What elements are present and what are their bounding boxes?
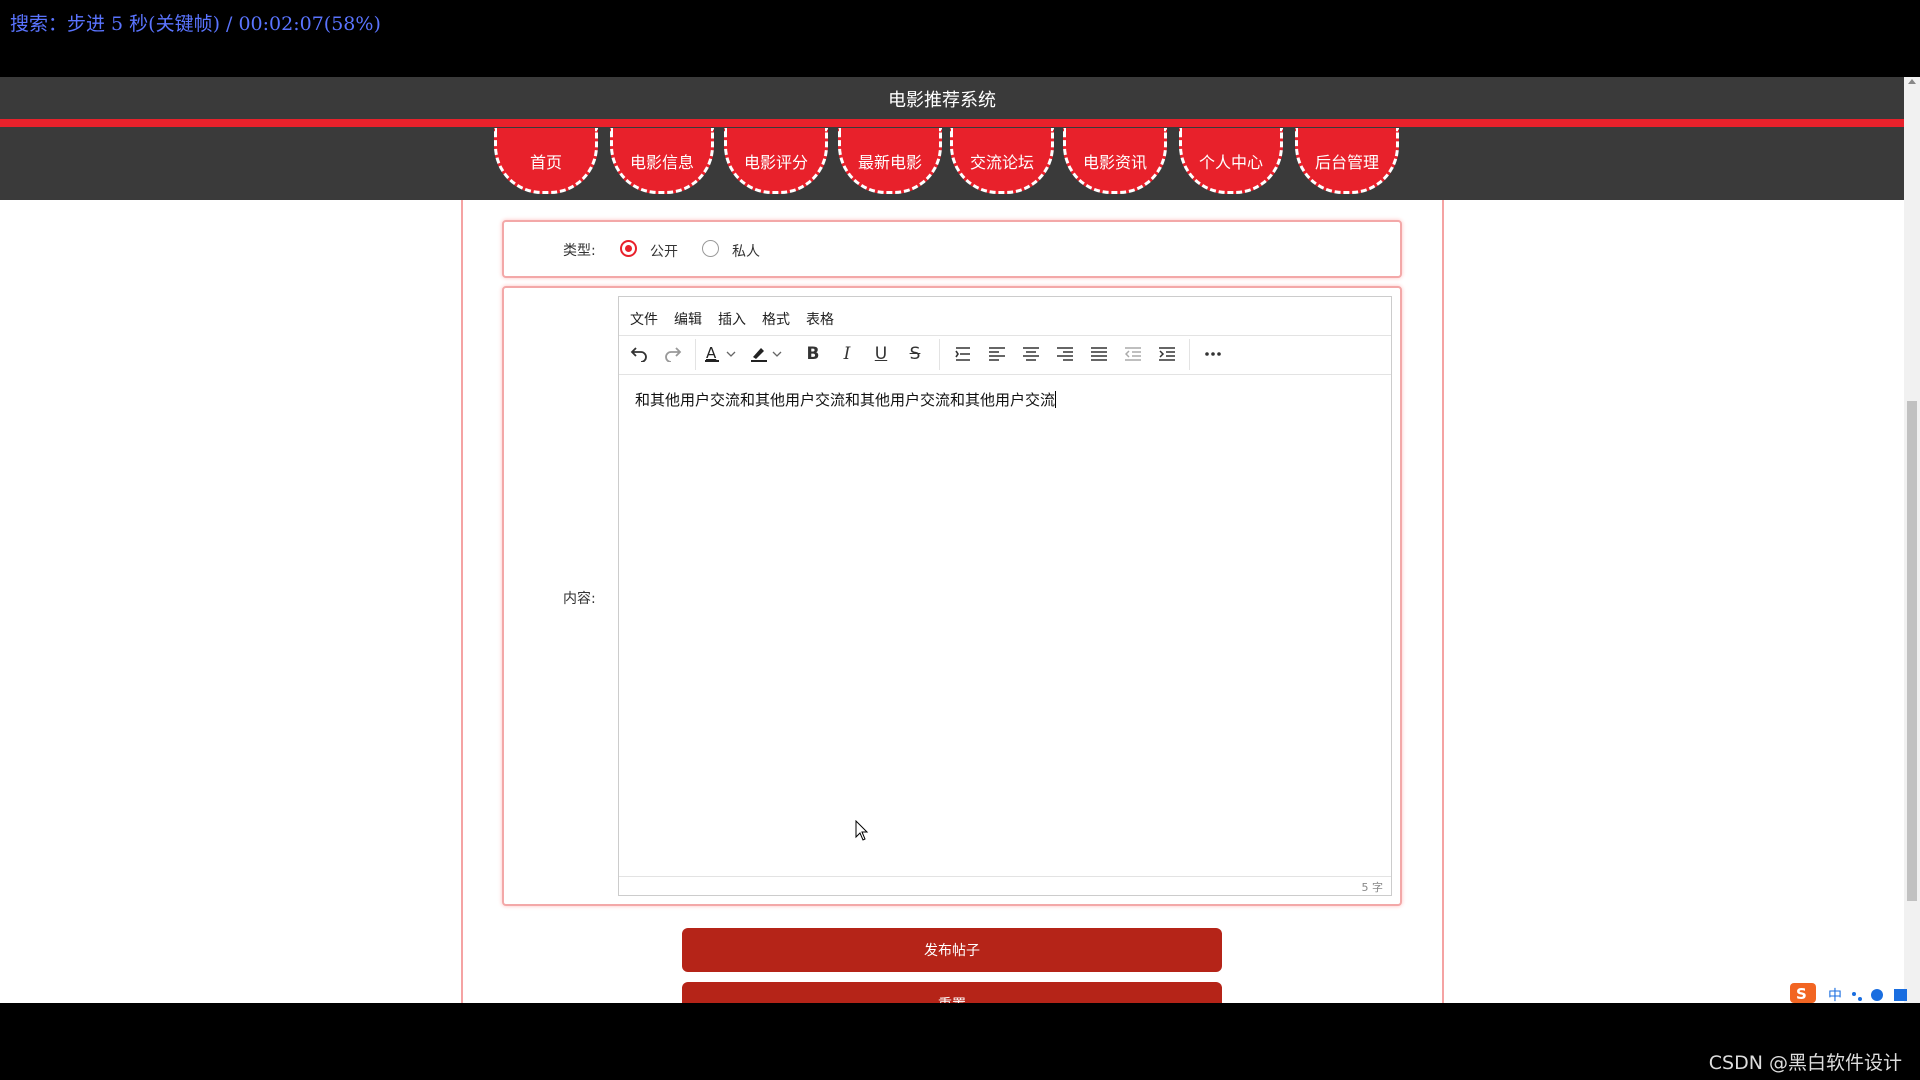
outdent-icon[interactable] (1119, 341, 1147, 367)
bold-icon[interactable]: B (799, 341, 827, 367)
redo-icon[interactable] (659, 341, 687, 367)
editor-content[interactable]: 和其他用户交流和其他用户交流和其他用户交流和其他用户交流 (635, 389, 1057, 410)
svg-text:A: A (706, 344, 717, 362)
nav-item-latest-movies[interactable]: 最新电影 (838, 128, 942, 194)
nav-item-admin[interactable]: 后台管理 (1295, 128, 1399, 194)
align-right-icon[interactable] (1051, 341, 1079, 367)
text-color-icon[interactable]: A (701, 341, 741, 367)
nav-item-home[interactable]: 首页 (494, 128, 598, 194)
nav-item-forum[interactable]: 交流论坛 (950, 128, 1054, 194)
menu-format[interactable]: 格式 (762, 309, 790, 329)
radio-private-label[interactable]: 私人 (732, 241, 760, 261)
word-count: 5 字 (1361, 881, 1384, 894)
editor-content-text: 和其他用户交流和其他用户交流和其他用户交流和其他用户交流 (635, 391, 1056, 409)
nav-item-movie-rating[interactable]: 电影评分 (724, 128, 828, 194)
reset-button[interactable]: 重置 (682, 982, 1222, 1003)
editor-menubar: 文件 编辑 插入 格式 表格 (619, 297, 1391, 336)
site-title: 电影推荐系统 (888, 90, 996, 111)
rich-text-editor: 文件 编辑 插入 格式 表格 A B I U S 和其他用户交流和其他用户交流和… (618, 296, 1392, 896)
publish-button[interactable]: 发布帖子 (682, 928, 1222, 972)
radio-public[interactable] (620, 240, 637, 257)
menu-edit[interactable]: 编辑 (674, 309, 702, 329)
nav-item-profile[interactable]: 个人中心 (1179, 128, 1283, 194)
underline-icon[interactable]: U (867, 341, 895, 367)
undo-icon[interactable] (625, 341, 653, 367)
indent-icon[interactable] (1153, 341, 1181, 367)
video-osd-text: 搜索：步进 5 秒(关键帧) / 00:02:07(58%) (10, 13, 381, 35)
strikethrough-icon[interactable]: S (901, 341, 929, 367)
radio-private[interactable] (702, 240, 719, 257)
scroll-up-arrow-icon[interactable] (1908, 79, 1916, 84)
svg-text:中: 中 (1828, 988, 1842, 1003)
type-label: 类型: (563, 243, 596, 259)
watermark: CSDN @黑白软件设计 (1708, 1052, 1902, 1074)
text-caret (1055, 391, 1057, 408)
line-height-icon[interactable] (949, 341, 977, 367)
site-header: 电影推荐系统 首页 电影信息 电影评分 最新电影 交流论坛 电影资讯 个人中心 … (0, 77, 1904, 200)
svg-text:S: S (1796, 985, 1807, 1003)
radio-public-label[interactable]: 公开 (650, 241, 678, 261)
type-field-card: 类型: 公开 私人 (502, 220, 1402, 278)
menu-file[interactable]: 文件 (630, 309, 658, 329)
editor-statusbar: 5 字 (619, 876, 1391, 896)
page-scrollbar[interactable] (1904, 77, 1920, 1003)
scrollbar-thumb[interactable] (1907, 401, 1917, 901)
toolbar-separator (939, 339, 940, 370)
align-justify-icon[interactable] (1085, 341, 1113, 367)
ime-toolbar[interactable]: S 中 (1790, 981, 1920, 1003)
video-letterbox (0, 1003, 1920, 1080)
highlight-color-icon[interactable] (747, 341, 787, 367)
content-label: 内容: (563, 591, 596, 607)
toolbar-separator (695, 339, 696, 370)
align-left-icon[interactable] (983, 341, 1011, 367)
menu-insert[interactable]: 插入 (718, 309, 746, 329)
header-accent-bar (0, 119, 1904, 127)
nav-item-movie-news[interactable]: 电影资讯 (1063, 128, 1167, 194)
more-icon[interactable] (1199, 341, 1227, 367)
italic-icon[interactable]: I (833, 341, 861, 367)
nav-item-movie-info[interactable]: 电影信息 (610, 128, 714, 194)
menu-table[interactable]: 表格 (806, 309, 834, 329)
toolbar-separator (1189, 339, 1190, 370)
editor-toolbar: A B I U S (619, 335, 1391, 375)
browser-viewport: 类型: 公开 私人 内容: 文件 编辑 插入 格式 表格 A B I U S 和… (0, 77, 1920, 1003)
mouse-cursor-icon (855, 819, 869, 846)
align-center-icon[interactable] (1017, 341, 1045, 367)
